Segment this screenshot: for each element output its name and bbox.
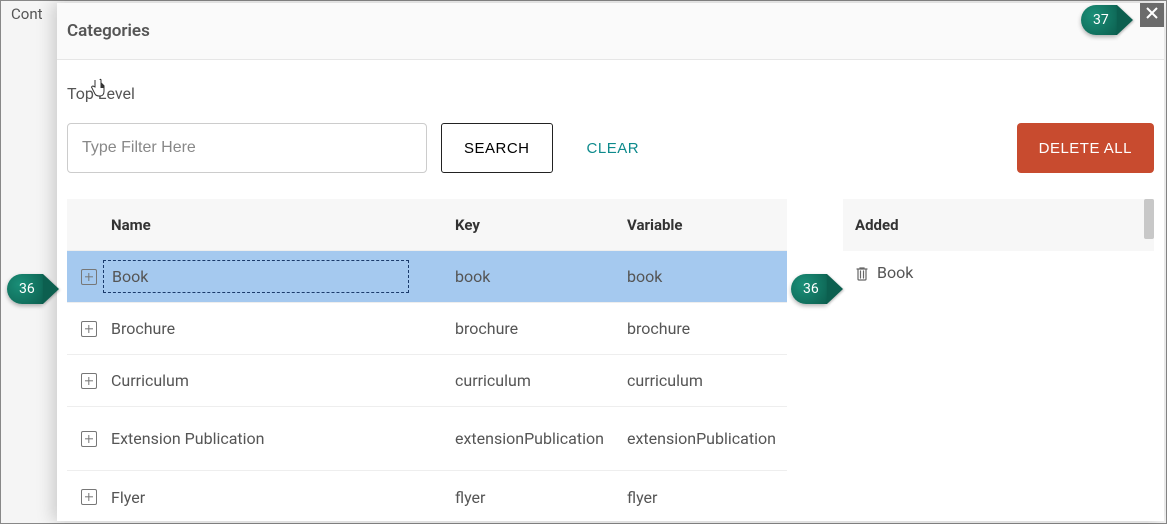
col-header-key: Key [455,216,627,234]
clear-button[interactable]: CLEAR [567,123,660,173]
row-name: Curriculum [111,371,189,390]
search-button[interactable]: SEARCH [441,123,553,173]
expand-icon[interactable] [81,431,97,447]
table-row[interactable]: Curriculum curriculum curriculum [67,355,787,407]
row-variable: brochure [627,319,787,338]
added-item[interactable]: Book [843,251,1154,294]
trash-icon[interactable] [855,265,869,281]
table-row[interactable]: Extension Publication extensionPublicati… [67,407,787,471]
row-key: curriculum [455,371,627,390]
row-key: brochure [455,319,627,338]
added-item-label: Book [877,263,913,282]
controls-row: SEARCH CLEAR DELETE ALL [67,123,1154,173]
added-panel: Added Book [843,199,1154,294]
row-variable: flyer [627,488,787,507]
row-variable: extensionPublication [627,429,787,448]
panel-title: Categories [67,21,150,41]
filter-input[interactable] [67,123,427,173]
row-variable: book [627,267,787,286]
table-row[interactable]: Brochure brochure brochure [67,303,787,355]
background-left-text: Cont [11,5,43,23]
close-button[interactable] [1140,3,1164,27]
categories-panel: Categories Top Level SEARCH CLEAR DELETE… [57,3,1164,521]
row-name: Book [103,260,409,293]
expand-icon[interactable] [81,373,97,389]
expand-icon[interactable] [81,269,97,285]
row-name: Brochure [111,319,175,338]
annotation-36-left: 36 [7,274,59,304]
content-row: Name Key Variable Book book book [67,199,1154,521]
table-row[interactable]: Book book book [67,251,787,303]
panel-header: Categories [57,3,1164,60]
row-key: book [455,267,627,286]
col-header-name: Name [111,216,455,234]
row-key: flyer [455,488,627,507]
scrollbar-thumb[interactable] [1144,199,1154,239]
row-name: Flyer [111,488,145,507]
categories-table: Name Key Variable Book book book [67,199,787,521]
delete-all-button[interactable]: DELETE ALL [1017,123,1154,173]
table-header-row: Name Key Variable [67,199,787,251]
panel-body: Top Level SEARCH CLEAR DELETE ALL Name K… [57,60,1164,521]
row-name: Extension Publication [111,429,265,448]
added-header: Added [843,199,1154,251]
table-row[interactable]: Flyer flyer flyer [67,471,787,521]
section-label: Top Level [67,84,1154,103]
row-key: extensionPublication [455,429,627,448]
expand-icon[interactable] [81,321,97,337]
row-variable: curriculum [627,371,787,390]
close-icon [1146,7,1158,23]
col-header-variable: Variable [627,216,787,234]
expand-icon[interactable] [81,489,97,505]
